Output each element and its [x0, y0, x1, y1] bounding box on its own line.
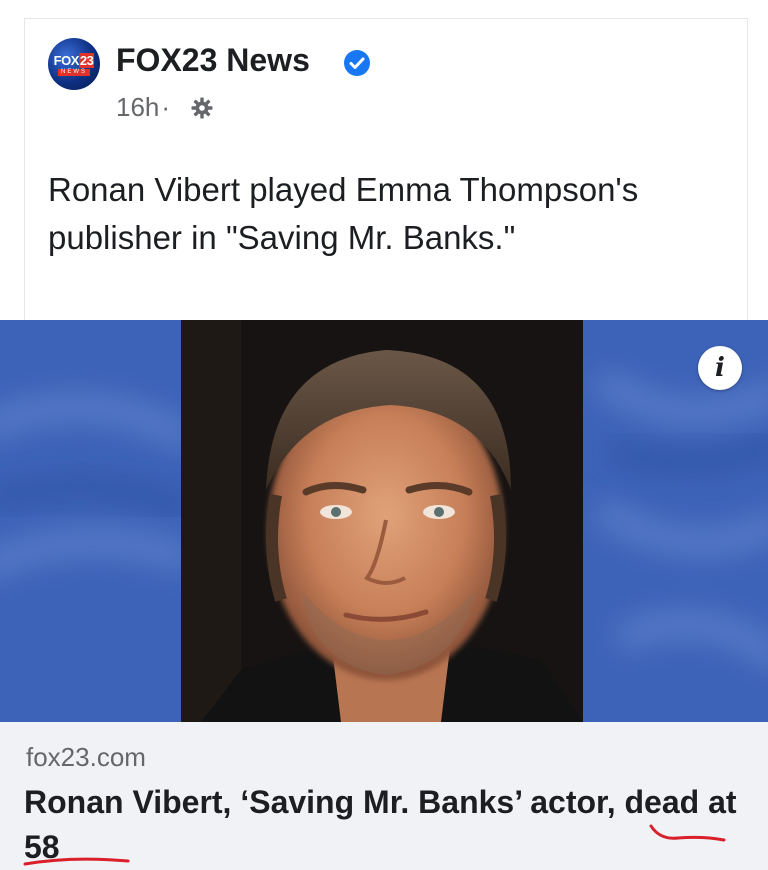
- post-time[interactable]: 16h: [116, 92, 159, 122]
- actor-photo: [181, 320, 583, 722]
- red-underline-at-58: [23, 857, 130, 866]
- info-button[interactable]: i: [698, 346, 742, 390]
- avatar-logo-sub: NEWS: [58, 69, 90, 76]
- link-domain: fox23.com: [26, 742, 146, 772]
- post-meta: 16h·: [116, 92, 172, 123]
- page-avatar[interactable]: FOX23 NEWS: [48, 38, 100, 90]
- page-name[interactable]: FOX23 News: [116, 42, 310, 79]
- verified-badge-icon: [344, 50, 370, 76]
- meta-separator: ·: [161, 92, 171, 122]
- link-headline[interactable]: Ronan Vibert, ‘Saving Mr. Banks’ actor, …: [24, 780, 754, 870]
- gear-icon[interactable]: [190, 96, 214, 120]
- red-underline-dead: [649, 824, 726, 842]
- post-text: Ronan Vibert played Emma Thompson's publ…: [48, 171, 639, 256]
- avatar-logo: FOX23: [53, 53, 95, 68]
- link-preview-image[interactable]: [0, 320, 768, 722]
